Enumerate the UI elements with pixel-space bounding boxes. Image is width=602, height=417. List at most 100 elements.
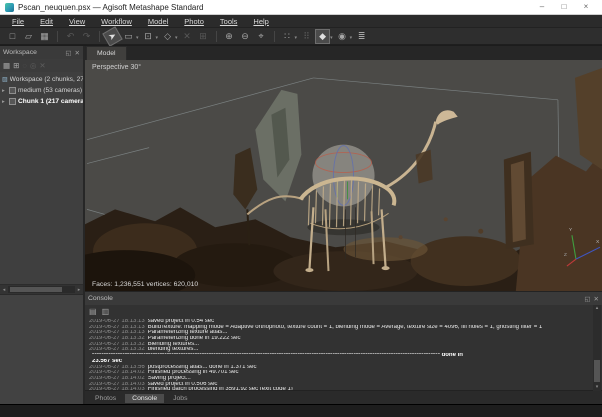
bottom-tab-bar: Photos Console Jobs bbox=[85, 390, 602, 405]
console-log[interactable]: 2019-06-27 18:13:13saved project in 0.54… bbox=[85, 318, 602, 390]
lower-left-pane bbox=[0, 294, 83, 405]
workspace-toolbar: ▦ ⊞ ◌ ◎ ✕ bbox=[0, 59, 83, 72]
menu-edit[interactable]: Edit bbox=[32, 17, 61, 26]
rotate-region-icon[interactable]: ◇ bbox=[160, 29, 175, 44]
workspace-hscrollbar[interactable]: ◂ ▸ bbox=[0, 284, 83, 294]
zoom-out-icon[interactable]: ⊖ bbox=[238, 29, 253, 44]
close-pane-icon[interactable]: ✕ bbox=[75, 49, 80, 57]
projection-label: Perspective 30° bbox=[92, 64, 141, 71]
expand-arrow-icon[interactable]: ▸ bbox=[2, 88, 7, 94]
maximize-button[interactable]: □ bbox=[553, 0, 575, 14]
console-title: Console bbox=[88, 295, 113, 302]
float-pane-icon[interactable]: ◱ bbox=[584, 295, 590, 303]
toolbar-separator bbox=[57, 31, 58, 42]
chevron-down-icon[interactable]: ▾ bbox=[156, 35, 159, 41]
console-toolbar: ▤ ▥ bbox=[85, 305, 602, 318]
chevron-down-icon[interactable]: ▾ bbox=[330, 35, 333, 41]
open-project-icon[interactable]: ▱ bbox=[21, 29, 36, 44]
orthomosaic-icon[interactable]: ≣ bbox=[354, 29, 369, 44]
tab-console[interactable]: Console bbox=[125, 394, 164, 403]
crop-selection-icon[interactable]: ⊞ bbox=[196, 29, 211, 44]
chevron-down-icon[interactable]: ▾ bbox=[175, 35, 178, 41]
navigation-select-icon[interactable]: ➤ bbox=[102, 26, 122, 46]
menu-file[interactable]: File bbox=[4, 17, 32, 26]
metashape-logo-icon bbox=[5, 3, 14, 12]
vscroll-thumb[interactable] bbox=[594, 360, 600, 382]
chunk-icon bbox=[9, 87, 16, 94]
viewport-tab-bar: Model bbox=[85, 46, 602, 60]
menu-view[interactable]: View bbox=[61, 17, 93, 26]
console-vscrollbar[interactable]: ▴ ▾ bbox=[593, 305, 601, 391]
enable-item-icon[interactable]: ◌ bbox=[22, 61, 26, 70]
tree-chunk-row[interactable]: ▸ medium (53 cameras) bbox=[2, 85, 83, 96]
add-photos-icon[interactable]: ⊞ bbox=[13, 61, 19, 70]
workspace-pane: Workspace ◱ ✕ ▦ ⊞ ◌ ◎ ✕ ▨ Workspace (2 c… bbox=[0, 46, 85, 405]
scroll-down-icon[interactable]: ▾ bbox=[596, 384, 599, 391]
close-button[interactable]: × bbox=[575, 0, 597, 14]
window-title: Pscan_neuquen.psx — Agisoft Metashape St… bbox=[18, 3, 203, 12]
toolbar-separator bbox=[274, 31, 275, 42]
chevron-down-icon[interactable]: ▾ bbox=[350, 35, 353, 41]
point-cloud-icon[interactable]: ∷ bbox=[280, 29, 295, 44]
model-scene: Y X Z bbox=[85, 60, 602, 291]
hscroll-thumb[interactable] bbox=[10, 287, 62, 292]
console-pane: Console ◱ ✕ ▤ ▥ 2019-06-27 18:13:13saved… bbox=[85, 291, 602, 405]
workspace-empty-area bbox=[0, 107, 83, 284]
model-viewport[interactable]: Y X Z Perspective 30° Faces: 1,236,551 v… bbox=[85, 60, 602, 291]
float-pane-icon[interactable]: ◱ bbox=[65, 49, 71, 57]
redo-icon[interactable]: ↷ bbox=[79, 29, 94, 44]
expand-arrow-icon[interactable]: ▸ bbox=[2, 99, 7, 105]
chevron-down-icon[interactable]: ▾ bbox=[136, 35, 139, 41]
workspace-header: Workspace ◱ ✕ bbox=[0, 46, 83, 59]
right-column: Model bbox=[85, 46, 602, 405]
resize-region-icon[interactable]: ⊡ bbox=[141, 29, 156, 44]
dense-cloud-icon[interactable]: ⠿ bbox=[299, 29, 314, 44]
scroll-left-icon[interactable]: ◂ bbox=[0, 287, 8, 293]
menu-photo[interactable]: Photo bbox=[176, 17, 212, 26]
new-document-icon[interactable]: □ bbox=[5, 29, 20, 44]
disable-item-icon[interactable]: ◎ bbox=[30, 61, 37, 70]
tree-stump bbox=[233, 148, 257, 210]
save-project-icon[interactable]: ▦ bbox=[37, 29, 52, 44]
tab-jobs[interactable]: Jobs bbox=[166, 394, 194, 403]
toolbar-separator bbox=[216, 31, 217, 42]
main-area: Workspace ◱ ✕ ▦ ⊞ ◌ ◎ ✕ ▨ Workspace (2 c… bbox=[0, 46, 602, 405]
close-pane-icon[interactable]: ✕ bbox=[594, 295, 599, 303]
tree-chunk-row[interactable]: ▸ Chunk 1 (217 cameras, 137, bbox=[2, 96, 83, 107]
menu-tools[interactable]: Tools bbox=[212, 17, 246, 26]
save-log-icon[interactable]: ▤ bbox=[89, 307, 97, 316]
menu-help[interactable]: Help bbox=[245, 17, 276, 26]
vscroll-track[interactable] bbox=[594, 312, 600, 384]
scroll-up-icon[interactable]: ▴ bbox=[596, 305, 599, 312]
window-controls: – □ × bbox=[531, 0, 597, 14]
scroll-right-icon[interactable]: ▸ bbox=[75, 287, 83, 293]
tree-root-label: Workspace (2 chunks, 270 cameras) bbox=[10, 76, 83, 83]
rock-fragment-top-right bbox=[575, 68, 602, 170]
zoom-in-icon[interactable]: ⊕ bbox=[222, 29, 237, 44]
delete-selection-icon[interactable]: ✕ bbox=[180, 29, 195, 44]
rectangle-selection-icon[interactable]: ▭ bbox=[121, 29, 136, 44]
minimize-button[interactable]: – bbox=[531, 0, 553, 14]
tab-model[interactable]: Model bbox=[86, 46, 127, 60]
hscroll-track[interactable] bbox=[8, 286, 75, 293]
remove-item-icon[interactable]: ✕ bbox=[39, 61, 45, 70]
main-toolbar: □ ▱ ▦ ↶ ↷ ➤ ▭ ▾ ⊡ ▾ ◇ ▾ ✕ ⊞ ⊕ ⊖ ⌖ ∷ ▾ ⠿ … bbox=[0, 28, 602, 45]
workspace-title: Workspace bbox=[3, 49, 37, 56]
chevron-down-icon[interactable]: ▾ bbox=[295, 35, 298, 41]
status-bar bbox=[0, 404, 602, 417]
menu-bar: File Edit View Workflow Model Photo Tool… bbox=[0, 15, 602, 28]
axis-z-label: Z bbox=[564, 252, 567, 258]
menu-model[interactable]: Model bbox=[140, 17, 176, 26]
shaded-model-icon[interactable]: ◆ bbox=[315, 29, 330, 44]
console-header: Console ◱ ✕ bbox=[85, 292, 602, 305]
workspace-root-icon: ▨ bbox=[2, 76, 8, 83]
reset-view-icon[interactable]: ⌖ bbox=[254, 29, 269, 44]
show-cameras-icon[interactable]: ◉ bbox=[335, 29, 350, 44]
tab-photos[interactable]: Photos bbox=[88, 394, 123, 403]
model-stats: Faces: 1,236,551 vertices: 620,010 bbox=[92, 281, 198, 288]
tree-root-row[interactable]: ▨ Workspace (2 chunks, 270 cameras) bbox=[2, 74, 83, 85]
add-chunk-icon[interactable]: ▦ bbox=[3, 61, 10, 70]
menu-workflow[interactable]: Workflow bbox=[93, 17, 140, 26]
clear-log-icon[interactable]: ▥ bbox=[102, 307, 110, 316]
undo-icon[interactable]: ↶ bbox=[63, 29, 78, 44]
